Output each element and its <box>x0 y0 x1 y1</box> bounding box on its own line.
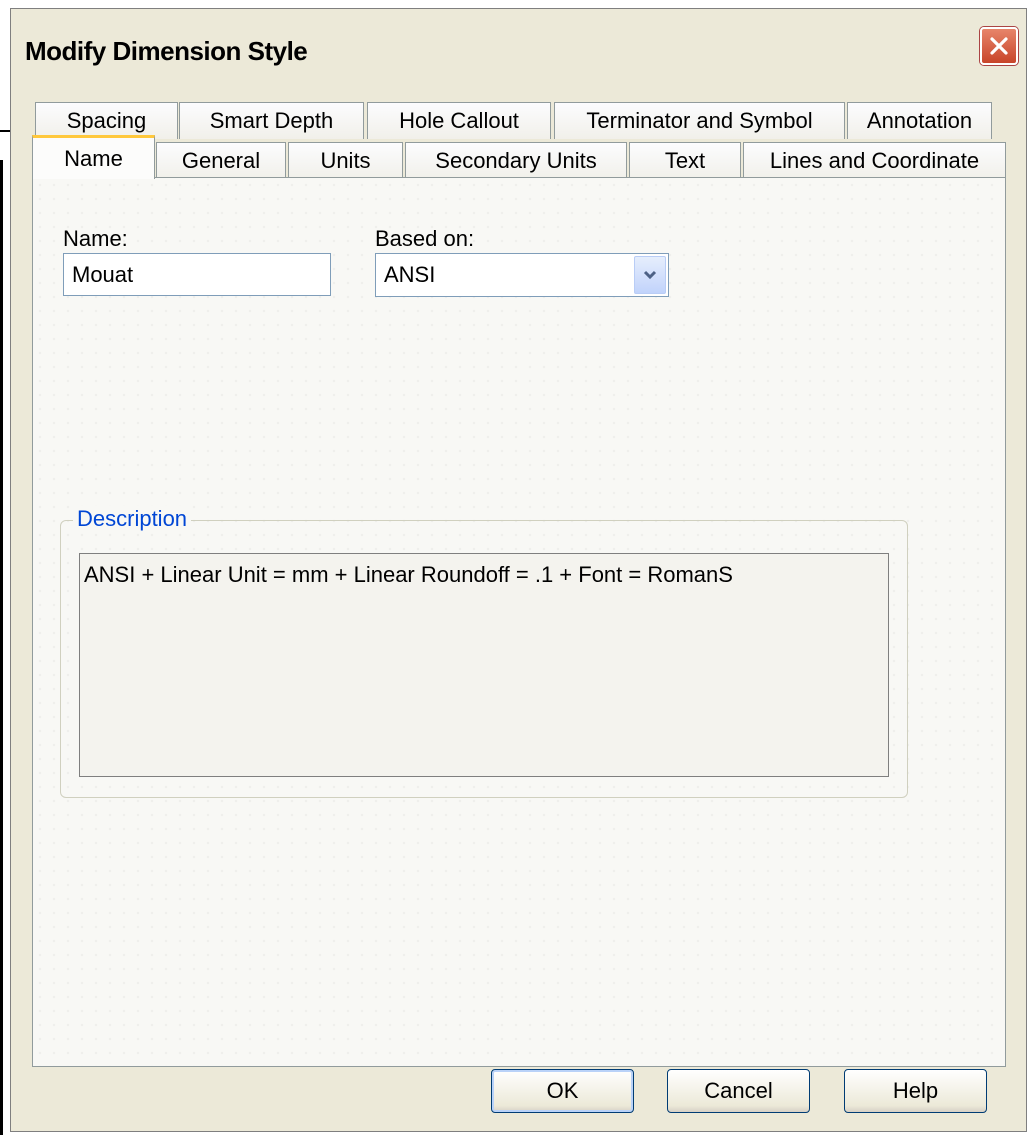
tab-units[interactable]: Units <box>288 142 403 179</box>
description-group: Description ANSI + Linear Unit = mm + Li… <box>60 506 908 798</box>
tab-name[interactable]: Name <box>32 135 155 179</box>
chevron-down-icon <box>643 270 657 280</box>
tab-smart-depth[interactable]: Smart Depth <box>179 102 364 139</box>
description-text: ANSI + Linear Unit = mm + Linear Roundof… <box>79 553 889 777</box>
description-group-title: Description <box>73 506 192 532</box>
based-on-value: ANSI <box>384 262 436 287</box>
modify-dimension-style-dialog: Modify Dimension Style Spacing Smart Dep… <box>10 8 1027 1132</box>
based-on-dropdown-button[interactable] <box>634 256 666 294</box>
help-button[interactable]: Help <box>844 1069 987 1113</box>
tab-panel-name: Name: Mouat Based on: ANSI Description A… <box>32 177 1006 1067</box>
tab-hole-callout[interactable]: Hole Callout <box>367 102 551 139</box>
based-on-label: Based on: <box>375 226 475 251</box>
close-button[interactable] <box>980 27 1018 65</box>
close-icon <box>990 37 1008 55</box>
cancel-button[interactable]: Cancel <box>667 1069 810 1113</box>
tab-annotation[interactable]: Annotation <box>847 102 992 139</box>
tab-terminator-and-symbol[interactable]: Terminator and Symbol <box>554 102 845 139</box>
based-on-select[interactable]: ANSI <box>375 253 669 297</box>
background-border <box>0 160 3 1135</box>
tab-text[interactable]: Text <box>629 142 741 179</box>
dialog-title: Modify Dimension Style <box>25 36 308 66</box>
tab-spacing[interactable]: Spacing <box>35 102 178 139</box>
tab-lines-and-coordinate[interactable]: Lines and Coordinate <box>743 142 1006 179</box>
tab-secondary-units[interactable]: Secondary Units <box>405 142 627 179</box>
name-input[interactable]: Mouat <box>63 253 331 296</box>
tab-general[interactable]: General <box>156 142 286 179</box>
title-bar[interactable]: Modify Dimension Style <box>11 9 1026 89</box>
name-label: Name: <box>63 226 128 251</box>
ok-button[interactable]: OK <box>491 1069 634 1113</box>
